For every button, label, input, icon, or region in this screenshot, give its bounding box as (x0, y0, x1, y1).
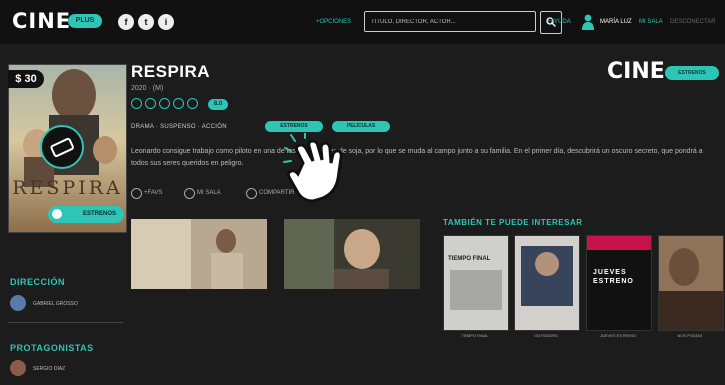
still-image-1 (131, 219, 267, 289)
star-icon[interactable] (159, 98, 170, 109)
rec-poster-2-face (535, 252, 559, 276)
director-name[interactable]: GABRIEL GROSSO (33, 301, 78, 307)
site-logo[interactable]: CINE (12, 9, 71, 33)
ticket-small-icon (52, 209, 62, 219)
my-room-link[interactable]: MI SALA (639, 19, 663, 25)
still-image-2 (284, 219, 420, 289)
rating-value: 8.0 (208, 99, 228, 110)
actor-avatar[interactable] (10, 360, 26, 376)
poster-title: RESPIRA (12, 177, 123, 199)
rec-poster-2[interactable] (514, 235, 580, 331)
cast-heading: PROTAGONISTAS (10, 343, 94, 353)
film-icon[interactable] (184, 188, 195, 199)
cine-brand-pill: ESTRENOS (665, 66, 719, 80)
star-icon[interactable] (173, 98, 184, 109)
rec-poster-3[interactable]: JUEVES ESTRENO (586, 235, 652, 331)
logout-link[interactable]: DESCONECTAR (670, 19, 716, 25)
rec-label-3[interactable]: JUEVES ESTRENO (583, 333, 653, 338)
ticket-icon (50, 137, 74, 158)
actor-name[interactable]: SERGIO DIAZ (33, 366, 65, 372)
direction-heading: DIRECCIÓN (10, 277, 66, 287)
facebook-icon[interactable]: f (118, 14, 134, 30)
film-meta: 2020 · (M) (131, 85, 164, 92)
share-icon[interactable] (246, 188, 257, 199)
synopsis: Leonardo consigue trabajo como piloto en… (131, 148, 703, 167)
rec-label-2[interactable]: OUTSIDERS (511, 333, 581, 338)
rec-poster-1[interactable]: TIEMPO FINAL (443, 235, 509, 331)
rec-poster-4-face (669, 248, 699, 286)
rec-poster-3-band (587, 236, 651, 250)
my-room-button[interactable]: MI SALA (197, 190, 221, 196)
star-icon[interactable] (145, 98, 156, 109)
star-icon[interactable] (131, 98, 142, 109)
recommendations-heading: TAMBIÉN TE PUEDE INTERESAR (443, 218, 583, 227)
twitter-icon[interactable]: t (138, 14, 154, 30)
options-link[interactable]: +OPCIONES (316, 19, 351, 25)
movie-still-2[interactable] (284, 219, 420, 289)
user-name[interactable]: MARÍA LUZ (600, 19, 632, 25)
rec-label-1[interactable]: TEMPO FINAL (440, 333, 510, 338)
rec-poster-3-text: JUEVES ESTRENO (593, 269, 634, 285)
cine-brand-logo: CINE (607, 59, 665, 84)
instagram-icon[interactable]: i (158, 14, 174, 30)
user-icon[interactable] (582, 14, 594, 30)
search-input[interactable] (369, 14, 513, 30)
sidebar-divider (8, 322, 123, 323)
rec-poster-4[interactable] (658, 235, 724, 331)
help-link[interactable]: +AYUDA (547, 19, 571, 25)
tag-peliculas[interactable]: PELÍCULAS (332, 121, 390, 132)
hand-cursor-icon (283, 133, 343, 203)
logo-badge[interactable]: PLUS (68, 14, 102, 28)
director-avatar[interactable] (10, 295, 26, 311)
rec-label-4[interactable]: NOS PODÍAS (655, 333, 725, 338)
rec-poster-4-image (659, 291, 723, 330)
price-badge: $ 30 (8, 70, 44, 88)
ticket-button[interactable] (40, 125, 84, 169)
movie-still-1[interactable] (131, 219, 267, 289)
rec-poster-1-image (450, 270, 502, 310)
heart-icon[interactable] (131, 188, 142, 199)
rec-poster-1-text: TIEMPO FINAL (448, 256, 491, 262)
star-icon[interactable] (187, 98, 198, 109)
film-title: RESPIRA (131, 62, 211, 81)
tag-estrenos[interactable]: ESTRENOS (265, 121, 323, 132)
search-field[interactable] (364, 11, 536, 32)
genres: DRAMA · SUSPENSO · ACCIÓN (131, 124, 227, 130)
favs-button[interactable]: +FAVS (144, 190, 162, 196)
